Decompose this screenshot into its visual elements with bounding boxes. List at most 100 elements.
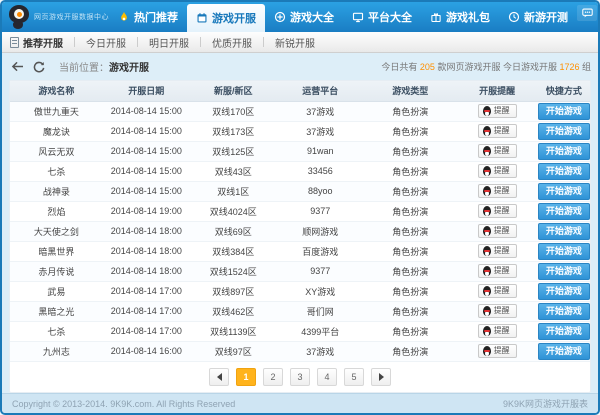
qq-penguin-icon <box>482 246 491 256</box>
page-button-2[interactable]: 2 <box>263 367 283 386</box>
nav-tab-hot[interactable]: 热门推荐 <box>109 2 187 32</box>
remind-label: 提醒 <box>493 346 510 355</box>
cell-platform: 37游戏 <box>276 121 364 142</box>
cell-quick: 开始游戏 <box>537 321 590 342</box>
nav-tab-kaifu[interactable]: 游戏开服 <box>187 4 265 32</box>
nav-tab-label: 游戏礼包 <box>446 12 490 24</box>
cell-date: 2014-08-14 15:00 <box>102 141 190 162</box>
start-game-button[interactable]: 开始游戏 <box>537 322 590 340</box>
cell-type: 角色扮演 <box>363 241 457 262</box>
table-header-row: 游戏名称 开服日期 新服/新区 运营平台 游戏类型 开服提醒 快捷方式 <box>10 81 590 102</box>
nav-tab-newtests[interactable]: 新游开测 <box>499 2 577 32</box>
cell-remind: 提醒 <box>456 281 538 302</box>
back-icon[interactable] <box>9 61 25 72</box>
table-row: 赤月传说 2014-08-14 18:00 双线1524区 9377 角色扮演 提醒 开始游… <box>10 261 590 282</box>
compass-icon <box>274 11 286 23</box>
page-button-5[interactable]: 5 <box>344 367 364 386</box>
cell-date: 2014-08-14 17:00 <box>102 321 190 342</box>
breadcrumb-current: 游戏开服 <box>109 63 149 74</box>
qq-remind-button[interactable]: 提醒 <box>477 224 517 238</box>
nav-tab-label: 游戏开服 <box>212 13 256 25</box>
table-row: 七杀 2014-08-14 17:00 双线1139区 4399平台 角色扮演 提醒 开始游… <box>10 321 590 342</box>
cell-date: 2014-08-14 19:00 <box>102 201 190 222</box>
start-game-button[interactable]: 开始游戏 <box>537 302 590 320</box>
qq-remind-button[interactable]: 提醒 <box>477 244 517 258</box>
remind-label: 提醒 <box>493 286 510 295</box>
start-game-button[interactable]: 开始游戏 <box>537 262 590 280</box>
page-button-1[interactable]: 1 <box>236 367 256 386</box>
start-game-button[interactable]: 开始游戏 <box>537 142 590 160</box>
qq-penguin-icon <box>482 206 491 216</box>
cell-name: 七杀 <box>10 321 103 342</box>
nav-tab-games[interactable]: 游戏大全 <box>265 2 343 32</box>
qq-remind-button[interactable]: 提醒 <box>477 164 517 178</box>
cell-platform: 哥们网 <box>276 301 364 322</box>
cell-platform: 顺网游戏 <box>276 221 364 242</box>
qq-remind-button[interactable]: 提醒 <box>477 284 517 298</box>
start-game-button[interactable]: 开始游戏 <box>537 242 590 260</box>
qq-remind-button[interactable]: 提醒 <box>477 204 517 218</box>
nav-tab-gifts[interactable]: 游戏礼包 <box>421 2 499 32</box>
page-prev-button[interactable] <box>209 367 229 386</box>
cell-name: 赤月传说 <box>10 261 103 282</box>
cell-type: 角色扮演 <box>363 101 457 122</box>
subnav-item-today[interactable]: 今日开服 <box>75 35 137 50</box>
remind-label: 提醒 <box>493 166 510 175</box>
qq-remind-button[interactable]: 提醒 <box>477 124 517 138</box>
cell-type: 角色扮演 <box>363 341 457 362</box>
cell-platform: XY游戏 <box>276 281 364 302</box>
page-button-4[interactable]: 4 <box>317 367 337 386</box>
start-game-button[interactable]: 开始游戏 <box>537 282 590 300</box>
qq-remind-button[interactable]: 提醒 <box>477 324 517 338</box>
refresh-icon[interactable] <box>31 61 47 73</box>
qq-remind-button[interactable]: 提醒 <box>477 264 517 278</box>
subnav-item-tomorrow[interactable]: 明日开服 <box>138 35 200 50</box>
qq-remind-button[interactable]: 提醒 <box>477 184 517 198</box>
remind-label: 提醒 <box>493 226 510 235</box>
cell-server: 双线462区 <box>189 301 277 322</box>
cell-quick: 开始游戏 <box>537 121 590 142</box>
cell-platform: 37游戏 <box>276 341 364 362</box>
qq-remind-button[interactable]: 提醒 <box>477 144 517 158</box>
start-game-button[interactable]: 开始游戏 <box>537 182 590 200</box>
remind-label: 提醒 <box>493 326 510 335</box>
nav-tab-label: 热门推荐 <box>134 12 178 24</box>
nav-tab-platforms[interactable]: 平台大全 <box>343 2 421 32</box>
remind-label: 提醒 <box>493 206 510 215</box>
cell-name: 大天使之剑 <box>10 221 103 242</box>
cell-quick: 开始游戏 <box>537 281 590 302</box>
cell-server: 双线125区 <box>189 141 277 162</box>
start-game-button[interactable]: 开始游戏 <box>537 202 590 220</box>
subnav-item-quality[interactable]: 优质开服 <box>201 35 263 50</box>
cell-server: 双线170区 <box>189 101 277 122</box>
qq-remind-button[interactable]: 提醒 <box>477 344 517 358</box>
remind-label: 提醒 <box>493 126 510 135</box>
logo-area: 网页游戏开服数据中心 <box>2 2 109 32</box>
page-button-3[interactable]: 3 <box>290 367 310 386</box>
start-game-button[interactable]: 开始游戏 <box>537 222 590 240</box>
qq-remind-button[interactable]: 提醒 <box>477 304 517 318</box>
pagination: 12345 <box>10 362 590 393</box>
subnav-item-new[interactable]: 新锐开服 <box>264 35 326 50</box>
subnav-item-recommended[interactable]: 推荐开服 <box>23 35 74 50</box>
start-game-button[interactable]: 开始游戏 <box>537 342 590 360</box>
col-remind: 开服提醒 <box>456 81 538 102</box>
start-game-button[interactable]: 开始游戏 <box>537 122 590 140</box>
cell-platform: 9377 <box>276 201 364 222</box>
cell-quick: 开始游戏 <box>537 341 590 362</box>
footer-brand-text: 9K9K网页游戏开服表 <box>502 399 588 409</box>
remind-label: 提醒 <box>493 106 510 115</box>
start-game-button[interactable]: 开始游戏 <box>537 102 590 120</box>
cell-server: 双线1139区 <box>189 321 277 342</box>
cell-platform: 4399平台 <box>276 321 364 342</box>
cell-name: 战神录 <box>10 181 103 202</box>
page-next-button[interactable] <box>371 367 391 386</box>
qq-remind-button[interactable]: 提醒 <box>477 104 517 118</box>
remind-label: 提醒 <box>493 186 510 195</box>
stat-count-servers: 1726 <box>559 62 580 72</box>
start-game-button[interactable]: 开始游戏 <box>537 162 590 180</box>
cell-quick: 开始游戏 <box>537 241 590 262</box>
cell-server: 双线69区 <box>189 221 277 242</box>
nav-tab-label: 新游开测 <box>524 12 568 24</box>
feedback-button[interactable] <box>577 5 597 21</box>
